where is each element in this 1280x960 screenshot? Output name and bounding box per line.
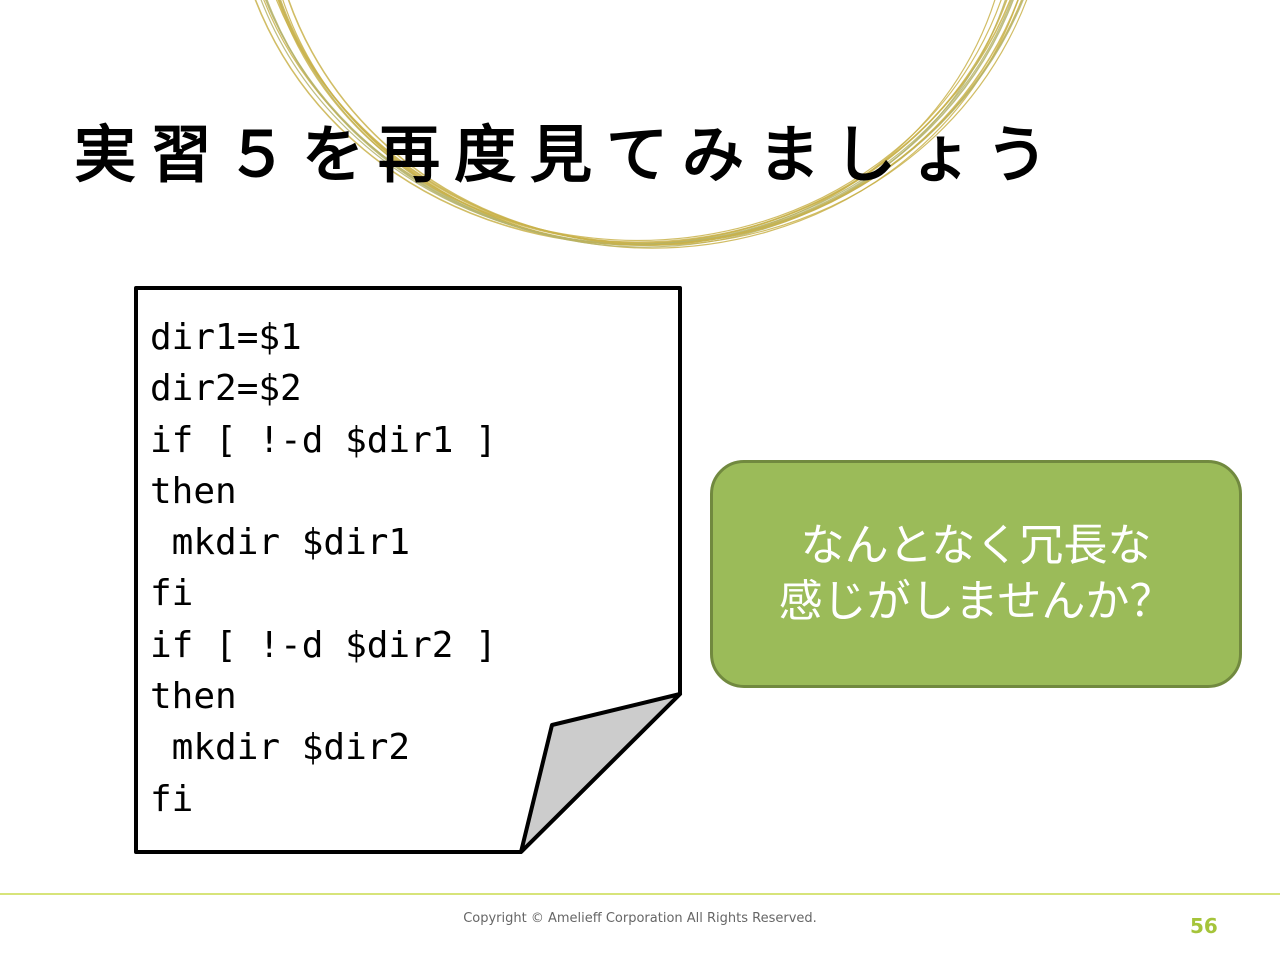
code-line: mkdir $dir1 <box>150 522 411 564</box>
code-line: dir1=$1 <box>150 317 302 358</box>
code-line: fi <box>150 573 194 615</box>
code-line: if [ !-d $dir2 ] <box>150 624 497 666</box>
code-line: mkdir $dir2 <box>150 727 411 769</box>
callout-text-line: なんとなく冗長な <box>800 520 1152 571</box>
callout-box: なんとなく冗長な 感じがしませんか？ <box>710 460 1242 688</box>
code-line: if [ !-d $dir1 ] <box>150 419 497 461</box>
copyright-text: Copyright © Amelieff Corporation All Rig… <box>463 911 817 926</box>
footer-divider <box>0 893 1280 895</box>
code-block: dir1=$1 dir2=$2 if [ !-d $dir1 ] then mkdir… <box>150 312 497 825</box>
code-line: then <box>150 470 237 512</box>
code-line: fi <box>150 778 194 820</box>
code-line: dir2=$2 <box>150 368 302 410</box>
slide-title: 実習５を再度見てみましょう <box>74 118 1063 191</box>
code-line: then <box>150 676 237 718</box>
page-number: 56 <box>1190 914 1218 938</box>
callout-text-line: 感じがしませんか？ <box>778 576 1174 627</box>
